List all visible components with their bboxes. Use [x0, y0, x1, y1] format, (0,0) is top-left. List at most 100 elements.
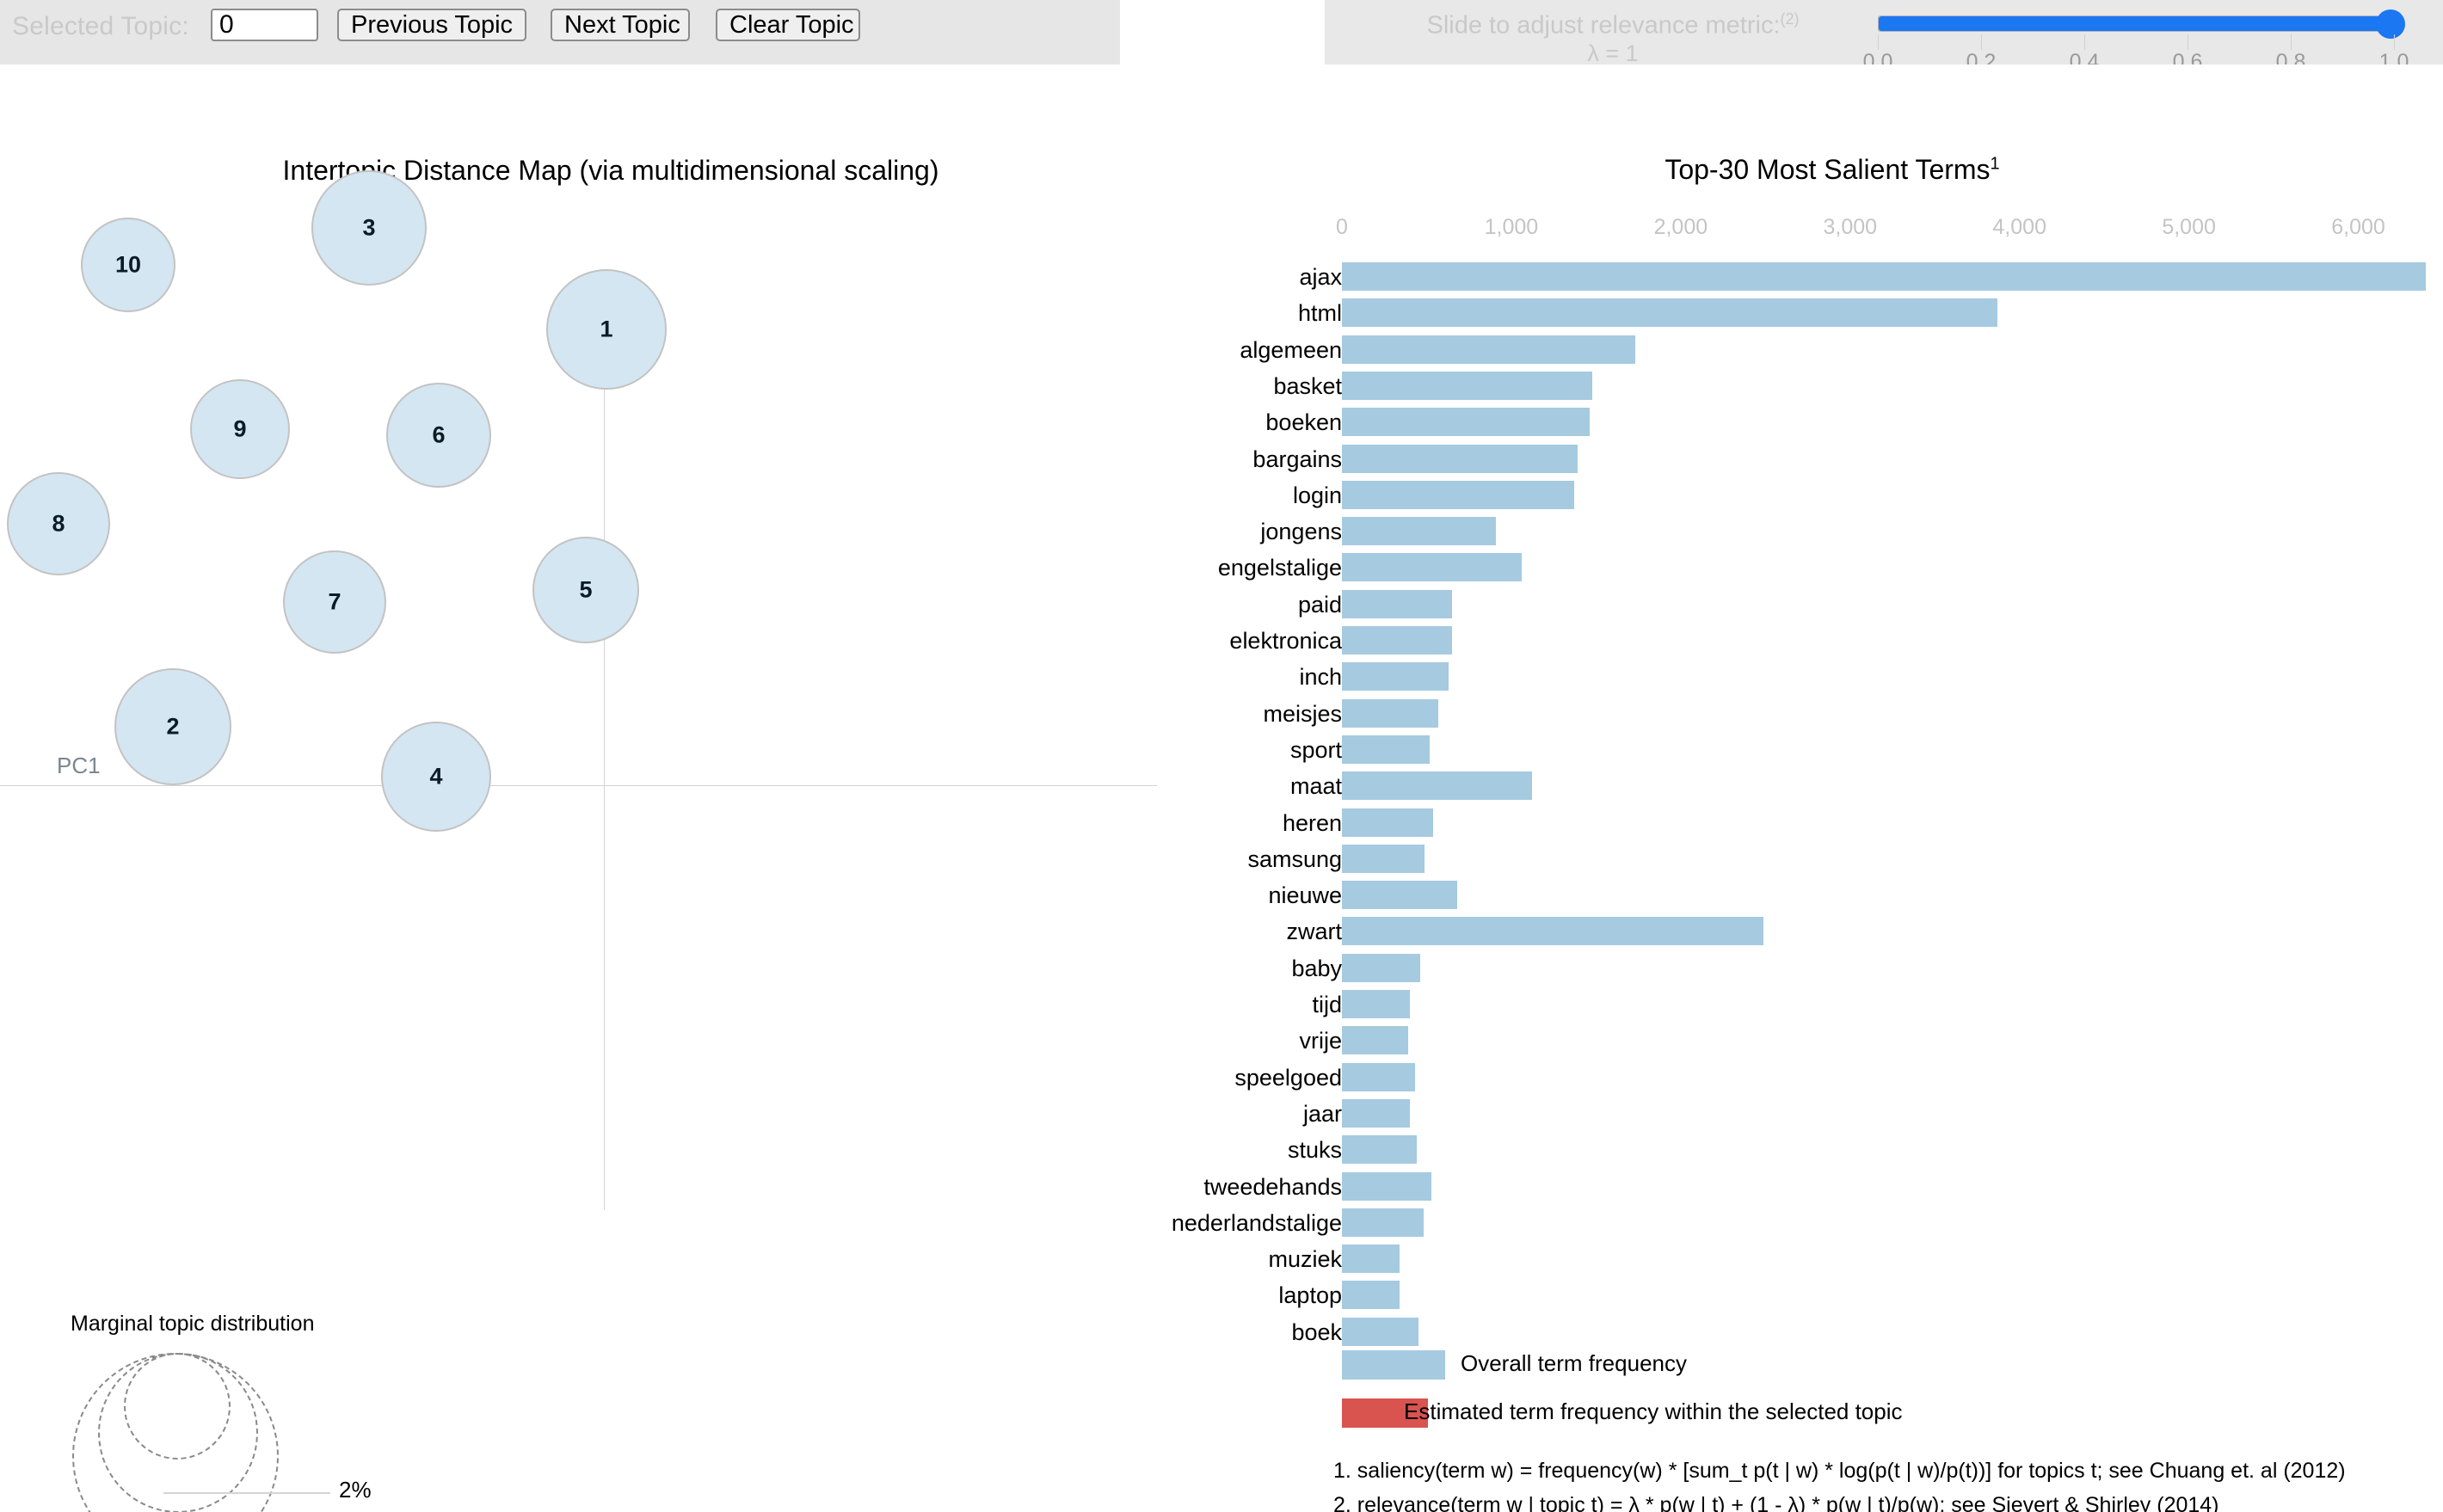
term-frequency-bar[interactable]	[1342, 335, 1635, 364]
term-frequency-bar[interactable]	[1342, 262, 2427, 291]
term-frequency-bar[interactable]	[1342, 589, 1452, 618]
term-bar-row[interactable]: ajax	[1222, 261, 2443, 295]
term-frequency-bar[interactable]	[1342, 698, 1439, 728]
term-bar-row[interactable]: meisjes	[1222, 698, 2443, 732]
term-label[interactable]: basket	[1273, 373, 1342, 400]
term-frequency-bar[interactable]	[1342, 371, 1593, 400]
term-frequency-bar[interactable]	[1342, 1062, 1415, 1091]
term-frequency-bar[interactable]	[1342, 1135, 1417, 1165]
term-bar-row[interactable]: basket	[1222, 370, 2443, 404]
topic-bubble-5[interactable]: 5	[532, 537, 639, 643]
term-label[interactable]: boek	[1291, 1319, 1342, 1346]
term-bar-row[interactable]: algemeen	[1222, 334, 2443, 368]
term-frequency-bar[interactable]	[1342, 517, 1497, 546]
term-bar-row[interactable]: samsung	[1222, 843, 2443, 877]
term-label[interactable]: inch	[1299, 664, 1342, 691]
term-frequency-bar[interactable]	[1342, 734, 1431, 764]
term-bar-row[interactable]: jongens	[1222, 515, 2443, 550]
term-frequency-bar[interactable]	[1342, 1208, 1424, 1237]
topic-bubble-1[interactable]: 1	[546, 269, 667, 390]
term-label[interactable]: engelstalige	[1218, 555, 1342, 581]
term-bar-row[interactable]: login	[1222, 479, 2443, 513]
term-label[interactable]: zwart	[1286, 919, 1342, 945]
term-frequency-bar[interactable]	[1342, 298, 1998, 328]
term-frequency-bar[interactable]	[1342, 626, 1452, 655]
term-label[interactable]: speelgoed	[1234, 1065, 1342, 1091]
term-label[interactable]: tweedehands	[1203, 1174, 1342, 1201]
term-frequency-bar[interactable]	[1342, 953, 1420, 982]
term-label[interactable]: boeken	[1265, 409, 1342, 436]
term-label[interactable]: samsung	[1247, 846, 1342, 873]
term-bar-row[interactable]: muziek	[1222, 1243, 2443, 1277]
term-bar-row[interactable]: tweedehands	[1203, 1171, 2443, 1205]
term-bar-row[interactable]: nieuwe	[1222, 879, 2443, 913]
selected-topic-input[interactable]	[211, 9, 318, 41]
term-bars-list[interactable]: ajax html algemeen basket boeken bargains logi…	[1172, 261, 2443, 1353]
term-frequency-bar[interactable]	[1342, 1317, 1418, 1346]
term-label[interactable]: login	[1293, 482, 1342, 509]
topic-bubble-6[interactable]: 6	[386, 383, 491, 488]
term-label[interactable]: baby	[1291, 956, 1342, 982]
term-frequency-bar[interactable]	[1342, 1245, 1400, 1274]
term-bar-row[interactable]: bargains	[1222, 443, 2443, 477]
term-frequency-bar[interactable]	[1342, 1098, 1410, 1128]
term-bar-row[interactable]: paid	[1222, 588, 2443, 623]
term-label[interactable]: vrije	[1299, 1028, 1342, 1054]
topic-bubble-10[interactable]: 10	[81, 218, 175, 312]
term-frequency-bar[interactable]	[1342, 1026, 1408, 1055]
term-label[interactable]: html	[1298, 300, 1342, 327]
term-bar-row[interactable]: engelstalige	[1218, 551, 2443, 586]
term-bar-row[interactable]: stuks	[1222, 1134, 2443, 1168]
term-label[interactable]: algemeen	[1240, 337, 1342, 364]
term-bar-row[interactable]: baby	[1222, 952, 2443, 986]
term-label[interactable]: nieuwe	[1268, 882, 1342, 909]
term-frequency-bar[interactable]	[1342, 844, 1425, 873]
term-label[interactable]: elektronica	[1229, 628, 1342, 655]
term-bar-row[interactable]: inch	[1222, 661, 2443, 695]
topic-bubble-7[interactable]: 7	[283, 550, 386, 654]
term-label[interactable]: nederlandstalige	[1172, 1210, 1342, 1237]
term-bar-row[interactable]: tijd	[1222, 988, 2443, 1023]
term-label[interactable]: bargains	[1252, 446, 1342, 473]
term-bar-row[interactable]: boeken	[1222, 406, 2443, 440]
term-bar-row[interactable]: zwart	[1222, 915, 2443, 950]
term-bar-row[interactable]: html	[1222, 297, 2443, 331]
topic-bubble-9[interactable]: 9	[190, 379, 290, 479]
topic-bubble-2[interactable]: 2	[114, 668, 231, 785]
term-bar-row[interactable]: jaar	[1222, 1097, 2443, 1132]
term-frequency-bar[interactable]	[1342, 771, 1532, 801]
term-frequency-bar[interactable]	[1342, 990, 1410, 1018]
term-frequency-bar[interactable]	[1342, 881, 1457, 910]
term-bar-row[interactable]: maat	[1222, 770, 2443, 804]
term-label[interactable]: sport	[1290, 737, 1342, 764]
term-frequency-bar[interactable]	[1342, 480, 1574, 509]
term-label[interactable]: stuks	[1288, 1137, 1342, 1164]
term-frequency-bar[interactable]	[1342, 553, 1522, 582]
term-frequency-bar[interactable]	[1342, 662, 1449, 691]
term-label[interactable]: paid	[1298, 592, 1342, 618]
term-label[interactable]: ajax	[1299, 264, 1342, 291]
term-bar-row[interactable]: vrije	[1222, 1024, 2443, 1059]
term-bar-row[interactable]: boek	[1222, 1316, 2443, 1350]
term-frequency-bar[interactable]	[1342, 1171, 1432, 1201]
topic-bubble-4[interactable]: 4	[381, 722, 491, 832]
term-bar-row[interactable]: heren	[1222, 807, 2443, 841]
term-frequency-bar[interactable]	[1342, 1281, 1400, 1310]
term-label[interactable]: meisjes	[1263, 701, 1342, 728]
term-label[interactable]: jaar	[1303, 1101, 1342, 1128]
clear-topic-button[interactable]: Clear Topic	[716, 9, 860, 41]
term-label[interactable]: tijd	[1312, 992, 1342, 1018]
topic-bubble-3[interactable]: 3	[311, 170, 427, 286]
previous-topic-button[interactable]: Previous Topic	[337, 9, 526, 41]
term-bar-row[interactable]: speelgoed	[1222, 1061, 2443, 1096]
term-label[interactable]: laptop	[1278, 1282, 1342, 1309]
term-bar-row[interactable]: nederlandstalige	[1172, 1207, 2443, 1241]
term-bar-row[interactable]: laptop	[1222, 1279, 2443, 1313]
term-label[interactable]: jongens	[1260, 519, 1342, 545]
next-topic-button[interactable]: Next Topic	[551, 9, 690, 41]
term-frequency-bar[interactable]	[1342, 808, 1434, 837]
term-bar-row[interactable]: sport	[1222, 734, 2443, 768]
topic-bubble-8[interactable]: 8	[7, 472, 110, 575]
term-frequency-bar[interactable]	[1342, 917, 1764, 946]
term-label[interactable]: heren	[1283, 810, 1342, 837]
